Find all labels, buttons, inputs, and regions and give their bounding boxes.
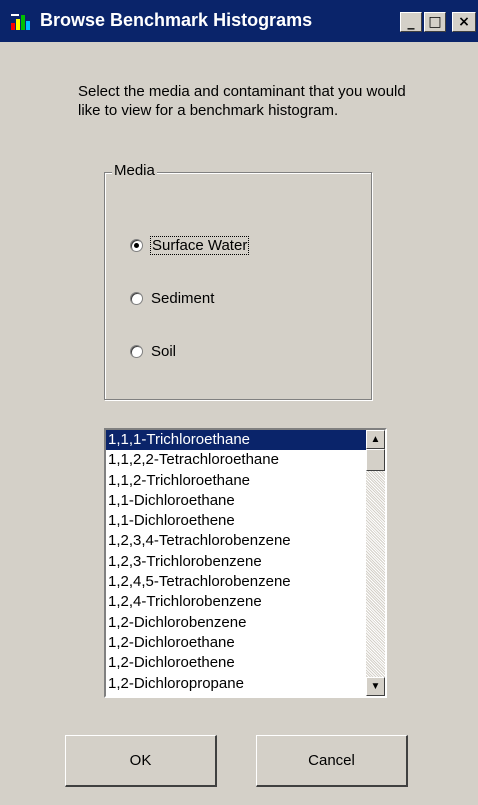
- title-bar[interactable]: Browse Benchmark Histograms _ □ ×: [0, 0, 478, 42]
- ok-button[interactable]: OK: [65, 735, 217, 787]
- contaminant-list: 1,1,1-Trichloroethane 1,1,2,2-Tetrachlor…: [106, 430, 367, 694]
- scroll-up-button[interactable]: ▲: [366, 430, 385, 449]
- list-item[interactable]: 1,2,4,5-Tetrachlorobenzene: [106, 572, 367, 592]
- media-group-label: Media: [112, 162, 157, 179]
- dialog-window: Browse Benchmark Histograms _ □ × Select…: [0, 0, 478, 805]
- list-item[interactable]: 1,2-Dichloropropane: [106, 674, 367, 694]
- close-icon: ×: [458, 14, 470, 30]
- scroll-thumb[interactable]: [366, 449, 385, 471]
- list-item[interactable]: 1,1,2,2-Tetrachloroethane: [106, 450, 367, 470]
- list-item[interactable]: 1,1,2-Trichloroethane: [106, 471, 367, 491]
- radio-label[interactable]: Soil: [151, 343, 176, 360]
- minimize-icon: _: [407, 14, 415, 30]
- close-button[interactable]: ×: [452, 12, 476, 32]
- media-option-sediment[interactable]: Sediment: [130, 290, 214, 307]
- media-option-surface-water[interactable]: Surface Water: [130, 236, 250, 255]
- list-item[interactable]: 1,2-Dichloroethene: [106, 653, 367, 673]
- scroll-down-button[interactable]: ▼: [366, 677, 385, 696]
- radio-button[interactable]: [130, 239, 143, 252]
- radio-label[interactable]: Sediment: [151, 290, 214, 307]
- radio-label[interactable]: Surface Water: [149, 236, 250, 255]
- instructions-text: Select the media and contaminant that yo…: [78, 83, 406, 119]
- radio-selected-dot: [134, 243, 139, 248]
- maximize-icon: □: [428, 14, 442, 30]
- list-item[interactable]: 1,2,4-Trichlorobenzene: [106, 592, 367, 612]
- list-item[interactable]: 1,1,1-Trichloroethane: [106, 430, 367, 451]
- cancel-button[interactable]: Cancel: [256, 735, 408, 787]
- media-option-soil[interactable]: Soil: [130, 343, 176, 360]
- minimize-button[interactable]: _: [400, 12, 422, 32]
- arrow-up-icon: ▲: [370, 434, 381, 445]
- list-item[interactable]: 1,1-Dichloroethene: [106, 511, 367, 531]
- list-item[interactable]: 1,2-Dichlorobenzene: [106, 613, 367, 633]
- histogram-app-icon: [10, 11, 32, 31]
- list-item[interactable]: 1,2-Dichloroethane: [106, 633, 367, 653]
- radio-button[interactable]: [130, 292, 143, 305]
- list-item[interactable]: 1,2,3,4-Tetrachlorobenzene: [106, 531, 367, 551]
- contaminant-listbox[interactable]: 1,1,1-Trichloroethane 1,1,2,2-Tetrachlor…: [104, 428, 387, 698]
- list-item[interactable]: 1,2,3-Trichlorobenzene: [106, 552, 367, 572]
- maximize-button[interactable]: □: [424, 12, 446, 32]
- arrow-down-icon: ▼: [370, 681, 381, 692]
- list-item[interactable]: 1,1-Dichloroethane: [106, 491, 367, 511]
- list-scrollbar[interactable]: ▲ ▼: [366, 430, 385, 696]
- media-groupbox: [104, 172, 372, 400]
- window-title: Browse Benchmark Histograms: [40, 10, 313, 30]
- radio-button[interactable]: [130, 345, 143, 358]
